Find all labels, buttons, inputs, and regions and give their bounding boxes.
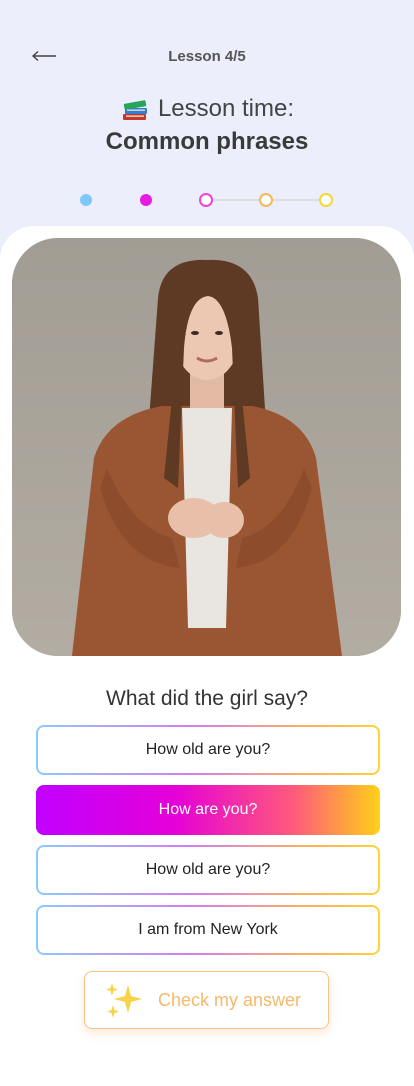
check-answer-label: Check my answer xyxy=(157,989,302,1010)
step-5 xyxy=(319,193,333,207)
lesson-photo xyxy=(12,238,401,656)
lesson-title: Lesson time: Common phrases xyxy=(0,94,414,156)
option-label: How are you? xyxy=(158,801,258,818)
lesson-screen: Lesson 4/5 Lesson time: Common phrases W… xyxy=(0,0,414,1086)
option-label: How old are you? xyxy=(38,847,378,893)
title-line-1: Lesson time: xyxy=(0,94,414,124)
question-text: What did the girl say? xyxy=(106,687,308,710)
step-1 xyxy=(80,194,92,206)
page-title: Common phrases xyxy=(105,128,309,155)
option-label: I am from New York xyxy=(38,907,378,953)
answer-option-2[interactable]: How are you? xyxy=(36,785,380,835)
answer-option-4[interactable]: I am from New York xyxy=(36,905,380,955)
lesson-card: What did the girl say? How old are you? … xyxy=(0,226,414,1086)
option-label: How old are you? xyxy=(38,727,378,773)
books-icon xyxy=(122,100,147,120)
lesson-counter: Lesson 4/5 xyxy=(168,48,246,65)
progress-stepper xyxy=(80,190,336,210)
title-prefix: Lesson time: xyxy=(157,95,295,122)
step-3 xyxy=(199,193,213,207)
step-2 xyxy=(140,194,152,206)
sparkle-icon xyxy=(105,983,142,1018)
step-4 xyxy=(259,193,273,207)
answer-option-1[interactable]: How old are you? xyxy=(36,725,380,775)
answer-option-3[interactable]: How old are you? xyxy=(36,845,380,895)
check-answer-button[interactable]: Check my answer xyxy=(84,971,329,1029)
